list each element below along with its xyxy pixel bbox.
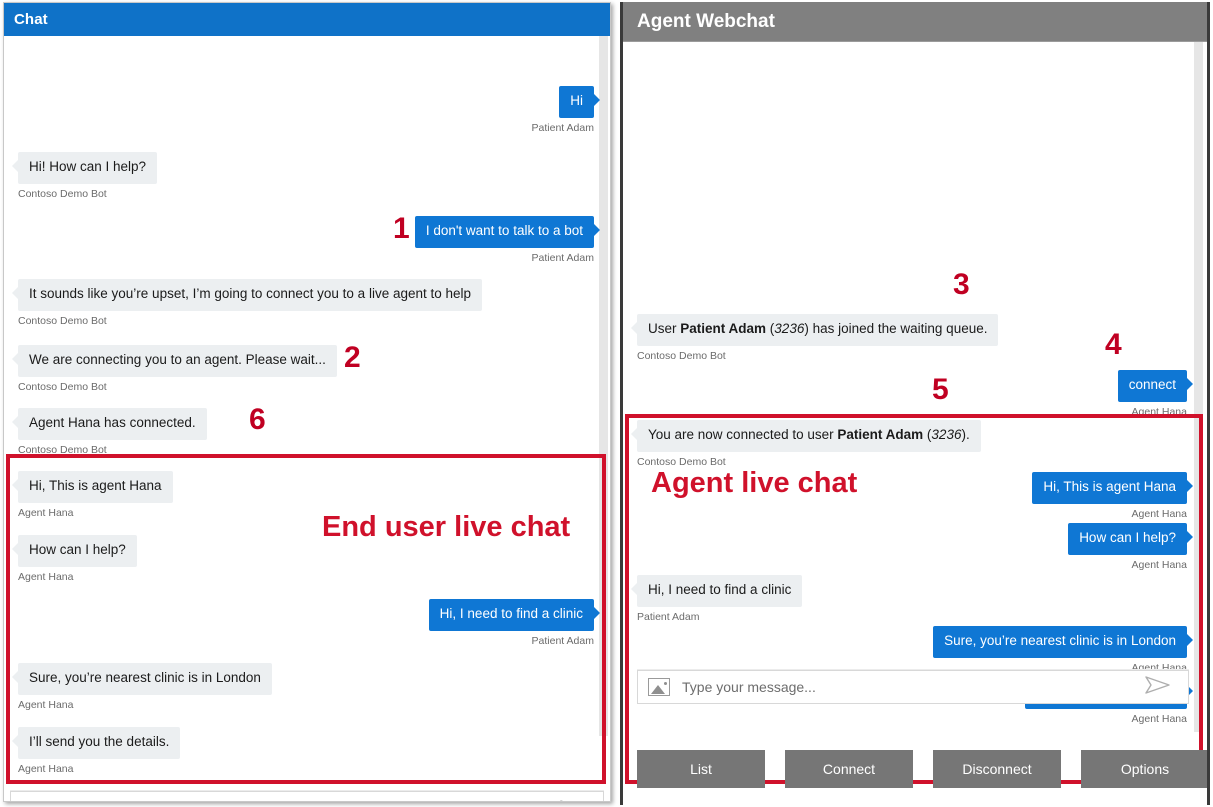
left-scrollbar[interactable] <box>599 36 608 736</box>
message-row: Hi Patient Adam <box>532 86 594 134</box>
bot-message-bubble: We are connecting you to an agent. Pleas… <box>18 345 337 377</box>
agent-live-chat-callout: Agent live chat <box>651 467 857 500</box>
message-row: Hi! How can I help? Contoso Demo Bot <box>18 152 157 200</box>
message-author: Contoso Demo Bot <box>18 381 337 393</box>
message-text-fragment: User <box>648 321 680 336</box>
right-scrollbar[interactable] <box>1194 42 1203 732</box>
bot-message-bubble: I’ll send you the details. <box>18 727 180 759</box>
message-author: Agent Hana <box>18 571 137 583</box>
message-row: How can I help? Agent Hana <box>18 535 137 583</box>
message-author: Agent Hana <box>18 507 173 519</box>
image-upload-icon[interactable] <box>648 678 670 696</box>
step-number-annotation: 1 <box>393 214 410 244</box>
step-number-annotation: 2 <box>344 343 361 373</box>
message-text-fragment: 3236 <box>931 427 961 442</box>
message-row: We are connecting you to an agent. Pleas… <box>18 345 337 393</box>
message-text-fragment: You are now connected to user <box>648 427 837 442</box>
send-icon[interactable] <box>557 798 587 803</box>
user-message-bubble: I don't want to talk to a bot <box>415 216 594 248</box>
message-text-fragment: Hi, I need to find a clinic <box>648 582 791 597</box>
right-panel-header: Agent Webchat <box>623 2 1207 42</box>
right-message-input[interactable]: Type your message... <box>682 679 1142 695</box>
message-text-fragment: 3236 <box>774 321 804 336</box>
message-row: Hi, This is agent Hana Agent Hana <box>1032 472 1187 520</box>
message-text-fragment: ) has joined the waiting queue. <box>804 321 987 336</box>
right-message-input-bar[interactable]: Type your message... <box>637 670 1189 704</box>
agent-message-bubble: connect <box>1118 370 1187 402</box>
message-author: Agent Hana <box>1068 559 1187 571</box>
message-row: How can I help? Agent Hana <box>1068 523 1187 571</box>
message-row: It sounds like you’re upset, I’m going t… <box>18 279 482 327</box>
send-icon[interactable] <box>1142 674 1172 701</box>
message-author: Agent Hana <box>1118 406 1187 418</box>
message-author: Agent Hana <box>1025 713 1187 725</box>
bot-message-bubble: Hi, I need to find a clinic <box>637 575 802 607</box>
message-row: Sure, you’re nearest clinic is in London… <box>933 626 1187 674</box>
message-author: Contoso Demo Bot <box>637 350 998 362</box>
end-user-live-chat-callout: End user live chat <box>322 511 570 544</box>
agent-message-bubble: How can I help? <box>1068 523 1187 555</box>
agent-action-buttons: List Connect Disconnect Options <box>637 750 1209 788</box>
message-row: You are now connected to user Patient Ad… <box>637 420 981 468</box>
left-message-input-bar[interactable]: Type your message... <box>10 791 604 802</box>
message-author: Patient Adam <box>637 611 802 623</box>
bot-message-bubble: Sure, you’re nearest clinic is in London <box>18 663 272 695</box>
agent-disconnect-button[interactable]: Disconnect <box>933 750 1061 788</box>
message-row: Hi, This is agent Hana Agent Hana <box>18 471 173 519</box>
agent-webchat-panel: Agent Webchat User Patient Adam (3236) h… <box>620 2 1210 805</box>
message-row: Sure, you’re nearest clinic is in London… <box>18 663 272 711</box>
agent-message-bubble: Sure, you’re nearest clinic is in London <box>933 626 1187 658</box>
agent-options-button[interactable]: Options <box>1081 750 1209 788</box>
bot-message-bubble: You are now connected to user Patient Ad… <box>637 420 981 452</box>
message-row: Hi, I need to find a clinic Patient Adam <box>637 575 802 623</box>
message-author: Contoso Demo Bot <box>18 188 157 200</box>
bot-message-bubble: Hi, This is agent Hana <box>18 471 173 503</box>
message-text-fragment: Patient Adam <box>837 427 923 442</box>
bot-message-bubble: Hi! How can I help? <box>18 152 157 184</box>
message-row: I don't want to talk to a bot Patient Ada… <box>415 216 594 264</box>
user-message-bubble: Hi <box>559 86 594 118</box>
message-author: Patient Adam <box>532 122 594 134</box>
bot-message-bubble: User Patient Adam (3236) has joined the … <box>637 314 998 346</box>
message-text-fragment: ). <box>961 427 969 442</box>
message-author: Agent Hana <box>18 699 272 711</box>
step-number-annotation: 4 <box>1105 330 1122 360</box>
agent-message-bubble: Hi, This is agent Hana <box>1032 472 1187 504</box>
left-chat-transcript[interactable]: Hi Patient Adam Hi! How can I help? Contoso… <box>4 36 610 802</box>
message-text-fragment: connect <box>1129 377 1176 392</box>
step-number-annotation: 6 <box>249 405 266 435</box>
step-number-annotation: 5 <box>932 375 949 405</box>
message-row: Agent Hana has connected. Contoso Demo Bo… <box>18 408 207 456</box>
step-number-annotation: 3 <box>953 270 970 300</box>
message-author: Contoso Demo Bot <box>18 444 207 456</box>
message-author: Agent Hana <box>18 763 180 775</box>
message-row: I’ll send you the details. Agent Hana <box>18 727 180 775</box>
agent-list-button[interactable]: List <box>637 750 765 788</box>
message-author: Patient Adam <box>415 252 594 264</box>
screenshot-root: Chat Hi Patient Adam Hi! How can I help? Co… <box>0 0 1213 807</box>
bot-message-bubble: Agent Hana has connected. <box>18 408 207 440</box>
right-chat-transcript[interactable]: User Patient Adam (3236) has joined the … <box>623 42 1207 742</box>
message-text-fragment: Patient Adam <box>680 321 766 336</box>
message-row: User Patient Adam (3236) has joined the … <box>637 314 998 362</box>
left-panel-header: Chat <box>4 3 610 36</box>
message-author: Contoso Demo Bot <box>18 315 482 327</box>
message-text-fragment: How can I help? <box>1079 530 1176 545</box>
message-text-fragment: Sure, you’re nearest clinic is in London <box>944 633 1176 648</box>
user-message-bubble: Hi, I need to find a clinic <box>429 599 594 631</box>
message-text-fragment: Hi, This is agent Hana <box>1043 479 1176 494</box>
message-author: Patient Adam <box>429 635 594 647</box>
right-panel-title: Agent Webchat <box>637 11 775 33</box>
message-row: connect Agent Hana <box>1118 370 1187 418</box>
bot-message-bubble: How can I help? <box>18 535 137 567</box>
bot-message-bubble: It sounds like you’re upset, I’m going t… <box>18 279 482 311</box>
message-author: Agent Hana <box>1032 508 1187 520</box>
left-panel-title: Chat <box>14 11 48 28</box>
end-user-webchat-panel: Chat Hi Patient Adam Hi! How can I help? Co… <box>3 2 611 802</box>
message-row: Hi, I need to find a clinic Patient Adam <box>429 599 594 647</box>
agent-connect-button[interactable]: Connect <box>785 750 913 788</box>
